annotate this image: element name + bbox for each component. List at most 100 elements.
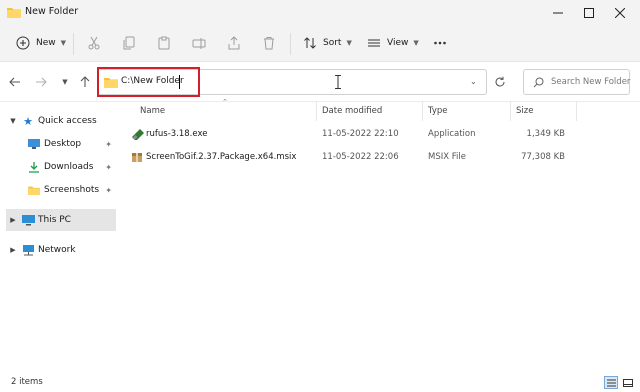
view-label: View — [387, 38, 409, 48]
pin-icon[interactable]: ✦ — [105, 163, 112, 172]
refresh-icon — [495, 76, 505, 87]
column-divider[interactable] — [510, 101, 511, 121]
more-options-button[interactable] — [426, 32, 454, 54]
arrow-right-icon — [36, 77, 47, 87]
list-view-icon — [606, 379, 616, 386]
download-arrow-icon — [28, 161, 42, 173]
sidebar-label: Downloads — [44, 162, 94, 172]
close-icon — [615, 8, 625, 18]
monitor-icon — [20, 214, 36, 226]
pin-icon[interactable]: ✦ — [105, 140, 112, 149]
sidebar-item-downloads[interactable]: Downloads ✦ — [6, 156, 116, 178]
tiles-view-button[interactable] — [621, 376, 635, 389]
search-box[interactable]: Search New Folder — [523, 69, 630, 95]
toolbar-divider — [73, 33, 74, 55]
rename-button[interactable] — [185, 32, 213, 54]
recent-locations-button[interactable]: ▼ — [56, 73, 74, 91]
arrow-left-icon — [9, 77, 20, 87]
details-view-button[interactable] — [604, 376, 618, 389]
column-header-date[interactable]: Date modified — [322, 101, 422, 121]
share-button[interactable] — [220, 32, 248, 54]
ibeam-cursor-icon — [335, 75, 341, 92]
file-size: 77,308 KB — [521, 152, 565, 162]
file-size: 1,349 KB — [526, 129, 565, 139]
more-dots-icon — [432, 35, 448, 51]
sidebar-item-screenshots[interactable]: Screenshots ✦ — [6, 179, 116, 201]
file-name: rufus-3.18.exe — [146, 129, 208, 139]
title-bar: New Folder — [0, 0, 640, 26]
star-icon: ★ — [23, 114, 33, 128]
clipboard-icon — [156, 35, 172, 51]
refresh-button[interactable] — [491, 73, 509, 91]
sidebar-item-this-pc[interactable]: ▶ This PC — [6, 209, 116, 231]
command-bar: New ▼ Sort ▼ View ▼ — [0, 26, 640, 62]
search-icon — [533, 77, 544, 88]
chevron-down-icon: ▼ — [413, 39, 419, 47]
folder-icon — [28, 185, 42, 195]
column-label: Date modified — [322, 106, 383, 116]
column-header-name[interactable]: Name — [140, 101, 316, 121]
chevron-down-icon: ▼ — [346, 39, 352, 47]
sort-label: Sort — [323, 38, 342, 48]
minimize-icon — [553, 12, 563, 14]
forward-button[interactable] — [32, 73, 50, 91]
column-divider[interactable] — [422, 101, 423, 121]
paste-button[interactable] — [150, 32, 178, 54]
desktop-icon — [28, 139, 42, 149]
chevron-right-icon: ▶ — [10, 246, 16, 254]
chevron-down-icon: ▼ — [60, 39, 67, 47]
column-label: Size — [516, 106, 534, 116]
table-row[interactable]: rufus-3.18.exe 11-05-2022 22:10 Applicat… — [122, 123, 582, 145]
close-button[interactable] — [600, 0, 640, 26]
chevron-down-icon: ▼ — [10, 117, 16, 125]
cut-button[interactable] — [80, 32, 108, 54]
sort-arrows-icon — [302, 35, 318, 51]
view-button[interactable]: View ▼ — [360, 32, 425, 54]
copy-button[interactable] — [115, 32, 143, 54]
rename-icon — [191, 35, 207, 51]
delete-button[interactable] — [255, 32, 283, 54]
back-button[interactable] — [6, 73, 24, 91]
usb-drive-app-icon — [131, 123, 145, 145]
sidebar-label: Screenshots — [44, 185, 100, 195]
folder-icon — [7, 6, 21, 18]
scissors-icon — [86, 35, 102, 51]
search-placeholder: Search New Folder — [551, 77, 631, 87]
table-row[interactable]: ScreenToGif.2.37.Package.x64.msix 11-05-… — [122, 146, 582, 168]
column-divider[interactable] — [576, 101, 577, 121]
column-header-type[interactable]: Type — [428, 101, 510, 121]
network-icon — [20, 244, 36, 256]
new-label: New — [36, 38, 56, 48]
column-label: Name — [140, 106, 166, 116]
sidebar-item-quick-access[interactable]: ▼ ★ Quick access — [6, 110, 116, 132]
pin-icon[interactable]: ✦ — [105, 186, 112, 195]
sidebar-label: Desktop — [44, 139, 82, 149]
trash-icon — [261, 35, 277, 51]
window-title: New Folder — [25, 6, 79, 17]
item-count: 2 items — [11, 377, 43, 387]
file-type: Application — [428, 129, 476, 139]
chevron-down-icon: ▼ — [62, 78, 68, 86]
sidebar-label: Quick access — [38, 116, 97, 126]
file-date: 11-05-2022 22:10 — [322, 129, 399, 139]
copy-icon — [121, 35, 137, 51]
sidebar-item-desktop[interactable]: Desktop ✦ — [6, 133, 116, 155]
sidebar-label: Network — [38, 245, 76, 255]
package-box-icon — [131, 146, 143, 168]
toolbar-divider — [290, 33, 291, 55]
file-type: MSIX File — [428, 152, 466, 162]
up-button[interactable] — [76, 73, 94, 91]
preview-view-icon — [623, 378, 633, 387]
sidebar-item-network[interactable]: ▶ Network — [6, 239, 116, 261]
column-divider[interactable] — [316, 101, 317, 121]
new-button[interactable]: New ▼ — [9, 32, 72, 54]
column-label: Type — [428, 106, 448, 116]
plus-circle-icon — [15, 35, 31, 51]
column-header-size[interactable]: Size — [516, 101, 576, 121]
address-dropdown-icon[interactable]: ⌄ — [470, 77, 477, 86]
file-name: ScreenToGif.2.37.Package.x64.msix — [146, 152, 297, 162]
status-bar: 2 items — [0, 374, 640, 392]
sort-button[interactable]: Sort ▼ — [296, 32, 358, 54]
maximize-icon — [584, 8, 594, 18]
highlight-box — [97, 67, 200, 97]
